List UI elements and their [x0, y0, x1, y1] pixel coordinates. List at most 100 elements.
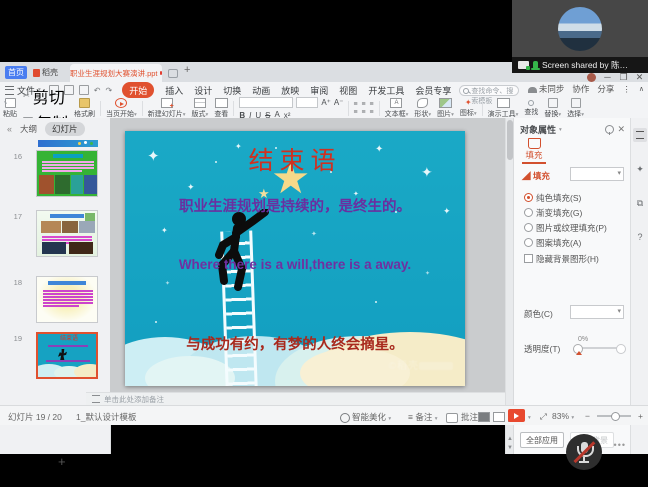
ribbon-tab-devtools[interactable]: 开发工具 [368, 84, 404, 97]
zoom-slider-handle[interactable] [611, 412, 620, 421]
slide-19-thumbnail-selected[interactable]: 结束语 [36, 332, 98, 379]
zoom-slider[interactable] [597, 415, 631, 417]
slide-text-line3[interactable]: 与成功有约，有梦的人终会摘星。 [125, 333, 465, 354]
slide-15-thumbnail-edge[interactable] [38, 140, 98, 147]
view-button[interactable]: 查看 [211, 98, 231, 119]
color-select[interactable] [570, 305, 624, 319]
decrease-font-icon[interactable]: A⁻ [334, 98, 344, 107]
present-tools-button[interactable]: 演示工具▾ [485, 98, 522, 119]
slide-17-thumbnail[interactable] [36, 210, 98, 257]
zoom-level[interactable]: 83% ▾ [552, 411, 574, 421]
restore-button[interactable]: ❐ [619, 73, 628, 82]
slide-title[interactable]: 结束语 [125, 141, 465, 177]
tab-document[interactable]: 职业生涯规划大赛演讲.ppt [70, 64, 162, 82]
layout-button[interactable]: 版式▾ [189, 98, 212, 119]
normal-view-icon[interactable] [478, 412, 490, 422]
ribbon-tab-view[interactable]: 视图 [339, 84, 357, 97]
notes-toggle-button[interactable]: ≡ 备注 ▾ [408, 411, 437, 423]
slide-text-line2[interactable]: Where there is a will,there is a away. [125, 257, 465, 272]
slide-18-thumbnail[interactable] [36, 276, 98, 323]
sorter-view-icon[interactable] [493, 412, 505, 422]
close-panel-icon[interactable]: ✕ [617, 124, 625, 135]
cut-button[interactable]: 剪切 [33, 84, 65, 108]
radio-solid-fill[interactable] [524, 193, 533, 202]
replace-button[interactable]: 替换▾ [541, 98, 564, 119]
transparency-slider[interactable] [576, 347, 622, 349]
zoom-in-button[interactable]: + [638, 411, 643, 421]
comments-button[interactable]: 批注 [446, 411, 478, 423]
icons-button[interactable]: ✦图标▾ [457, 98, 480, 119]
close-button[interactable]: ✕ [635, 73, 644, 82]
collapse-ribbon-icon[interactable]: ∧ [639, 85, 644, 93]
ribbon-tab-home[interactable]: 开始 [122, 82, 154, 98]
apply-all-button[interactable]: 全部应用 [520, 432, 564, 448]
slideshow-play-button[interactable] [508, 409, 525, 422]
tab-outline[interactable]: 大纲 [20, 123, 37, 135]
slide-editor[interactable]: ✦ ✦ ✦ ✦ ✦ ✦ ✦ ✦ ✦ ✦ ✦ 结束语 ★ ★ 职业生涯规划是持续的… [125, 131, 465, 386]
share-button[interactable]: 分享 [597, 83, 614, 95]
tab-docer[interactable]: 稻壳 [33, 66, 58, 79]
collapse-sidebar-button[interactable]: « [7, 124, 12, 134]
notes-bar[interactable]: 单击此处添加备注 [86, 392, 505, 405]
transparency-value: 0% [578, 336, 588, 343]
ribbon-tab-insert[interactable]: 插入 [165, 84, 183, 97]
font-name-select[interactable] [239, 97, 293, 108]
account-avatar[interactable] [587, 73, 596, 82]
new-slide-button[interactable]: 新建幻灯片▾ [145, 98, 189, 119]
redo-icon[interactable]: ↷ [105, 86, 112, 95]
undo-icon[interactable]: ↶ [94, 86, 101, 95]
checkbox-hide-background[interactable] [524, 254, 533, 263]
fill-section-header[interactable]: ◢ 填充 [522, 170, 550, 182]
more-icon[interactable]: ⋮ [622, 84, 631, 95]
effects-rail-icon[interactable]: ✦ [633, 162, 647, 176]
find-button[interactable]: 查找 [521, 98, 541, 119]
tab-fill[interactable]: 填充 [522, 138, 546, 164]
slide-16-thumbnail[interactable] [36, 150, 98, 197]
help-rail-icon[interactable]: ? [633, 230, 647, 244]
font-size-select[interactable] [296, 97, 318, 108]
text-box-button[interactable]: A文本框▾ [382, 98, 412, 119]
paragraph-icons[interactable]: ≡ ≡ ≡≡ ≡ ≡ [351, 98, 376, 119]
layout-rail-icon[interactable]: ⧉ [633, 196, 647, 210]
increase-font-icon[interactable]: A⁺ [321, 98, 331, 107]
radio-picture-fill[interactable] [524, 223, 533, 232]
scissors-icon[interactable]: ✂ [23, 92, 30, 100]
tab-home[interactable]: 首页 [5, 66, 27, 79]
pin-icon[interactable] [605, 125, 614, 134]
play-options-caret[interactable]: ▾ [528, 411, 531, 421]
play-from-current-button[interactable]: 当页开始▾ [103, 98, 140, 119]
ribbon-tab-slideshow[interactable]: 放映 [281, 84, 299, 97]
picture-button[interactable]: 图片▾ [434, 98, 457, 119]
zoom-out-button[interactable]: − [585, 411, 590, 421]
format-painter-button[interactable]: 格式刷 [71, 98, 98, 119]
smart-beautify-button[interactable]: 智能美化 ▾ [340, 411, 391, 423]
radio-gradient-fill[interactable] [524, 208, 533, 217]
select-button[interactable]: 选择▾ [564, 98, 587, 119]
fit-icon[interactable]: ⤢ [540, 411, 547, 422]
minimize-button[interactable]: ─ [603, 73, 612, 82]
properties-rail-icon[interactable] [633, 128, 647, 142]
mute-microphone-button[interactable] [566, 434, 602, 470]
sync-status[interactable]: 未同步 [528, 83, 565, 95]
radio-pattern-fill[interactable] [524, 238, 533, 247]
search-icon [463, 88, 469, 94]
shapes-button[interactable]: 形状▾ [411, 98, 434, 119]
template-name[interactable]: 1_默认设计模板 [76, 411, 136, 423]
command-search-input[interactable]: 查找命令、搜索模板 [459, 85, 519, 96]
ribbon-tab-animation[interactable]: 动画 [252, 84, 270, 97]
fill-preset-select[interactable] [570, 167, 624, 181]
new-tab-button[interactable]: + [184, 64, 190, 76]
preview-icon[interactable] [79, 85, 89, 95]
tab-slides[interactable]: 幻灯片 [45, 122, 85, 136]
ribbon-tab-transition[interactable]: 切换 [223, 84, 241, 97]
chevron-down-icon[interactable]: ▾ [559, 127, 562, 133]
ribbon-tab-design[interactable]: 设计 [194, 84, 212, 97]
comment-icon[interactable] [168, 69, 178, 78]
participant-video-tile[interactable] [512, 0, 648, 57]
slide-text-line1[interactable]: 职业生涯规划是持续的，是终生的。 [125, 195, 465, 216]
add-slide-button[interactable]: + [58, 454, 66, 469]
ribbon-tab-member[interactable]: 会员专享 [415, 84, 451, 97]
ribbon-tab-review[interactable]: 审阅 [310, 84, 328, 97]
panel-more-icon[interactable]: ••• [614, 440, 626, 450]
collaborate-button[interactable]: 协作 [572, 83, 589, 95]
